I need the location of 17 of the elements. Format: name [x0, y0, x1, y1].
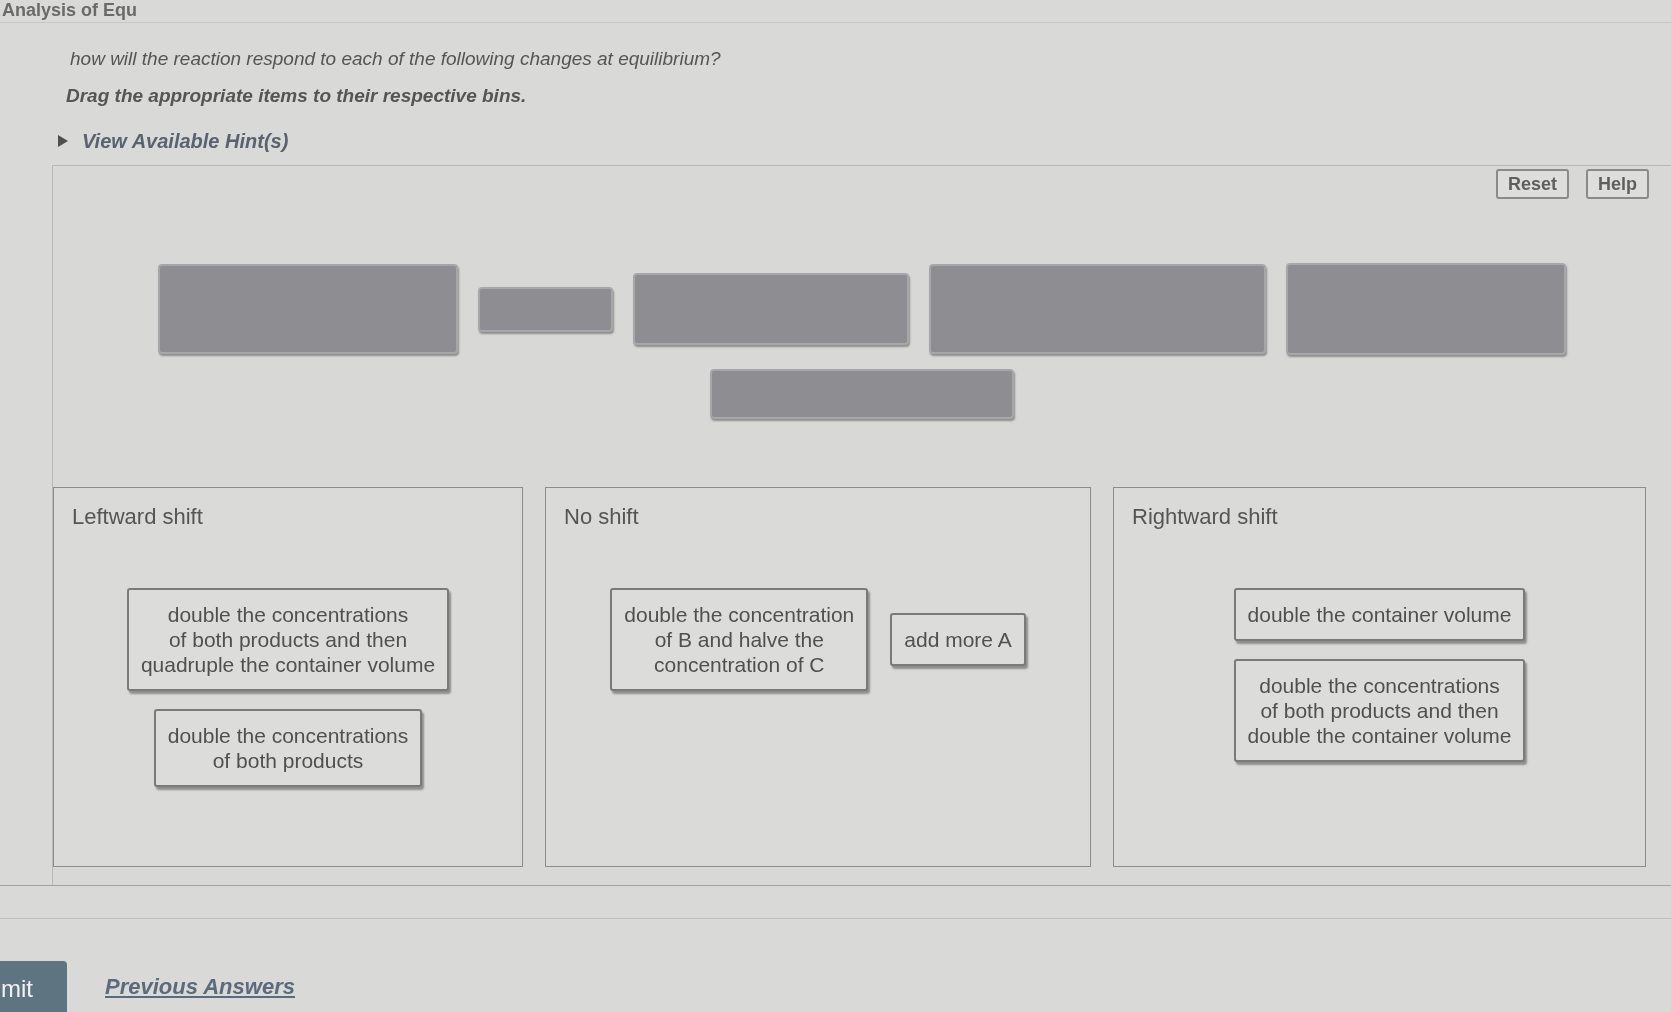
toolbar-button[interactable]: Reset	[1495, 169, 1569, 199]
bin-label: Leftward shift	[72, 504, 203, 530]
toolbar-button[interactable]: Help	[1586, 169, 1649, 199]
bin-label: No shift	[564, 504, 639, 530]
drag-item[interactable]: double the concentrations of both products and then double the container volume	[1233, 659, 1526, 762]
hint-toggle[interactable]: View Available Hint(s)	[58, 129, 289, 153]
drag-item[interactable]: double the concentration of B and halve the concentration of C	[610, 588, 869, 691]
page-title: Analysis of Equ	[2, 0, 138, 20]
drag-item[interactable]: double the concentrations of both products	[153, 709, 423, 787]
drag-item[interactable]: double the container volume	[1233, 588, 1526, 641]
previous-answers-link[interactable]: Previous Answers	[105, 973, 295, 1000]
instruction-text: Drag the appropriate items to their respective bins.	[66, 84, 527, 108]
drag-item[interactable]: double the concentrations of both products and then quadruple the container volume	[126, 588, 450, 691]
question-text: how will the reaction respond to each of the following changes at equilibrium?	[70, 47, 721, 71]
drag-item[interactable]: add more A	[890, 613, 1026, 666]
submit-button[interactable]: mit	[0, 961, 67, 1012]
bin-label: Rightward shift	[1132, 504, 1278, 530]
